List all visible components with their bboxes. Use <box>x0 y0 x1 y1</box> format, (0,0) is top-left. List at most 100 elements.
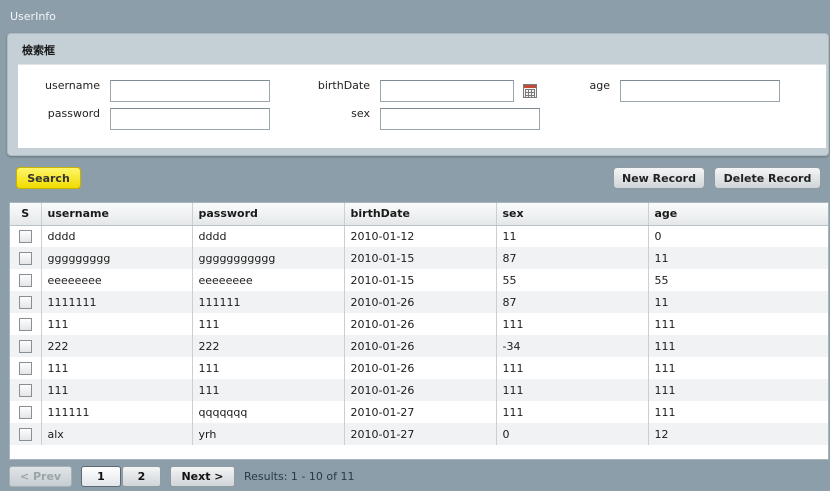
page-title: UserInfo <box>10 10 56 23</box>
sex-input[interactable] <box>380 108 540 130</box>
cell-age: 0 <box>648 225 828 247</box>
cell-age: 11 <box>648 291 828 313</box>
column-header-birthdate[interactable]: birthDate <box>344 203 497 226</box>
cell-username: dddd <box>41 225 193 247</box>
table-row[interactable]: eeeeeeee eeeeeeee 2010-01-15 55 55 <box>10 269 828 291</box>
cell-username: 1111111 <box>41 291 193 313</box>
data-table: S username password birthDate sex age dd… <box>9 202 829 460</box>
column-header-select[interactable]: S <box>10 203 42 226</box>
cell-password: eeeeeeee <box>192 269 345 291</box>
prev-page-button[interactable]: < Prev <box>9 466 72 487</box>
row-select-cell <box>10 269 42 291</box>
cell-birthdate: 2010-01-26 <box>344 335 497 357</box>
cell-sex: 111 <box>496 313 649 335</box>
column-header-sex[interactable]: sex <box>496 203 649 226</box>
table-row[interactable]: 111 111 2010-01-26 111 111 <box>10 357 828 379</box>
cell-sex: 55 <box>496 269 649 291</box>
row-checkbox[interactable] <box>18 251 32 265</box>
search-panel: 檢索框 username birthDate age password sex <box>7 33 829 156</box>
row-checkbox[interactable] <box>18 317 32 331</box>
calendar-icon[interactable] <box>523 84 537 98</box>
page-button-1[interactable]: 1 <box>81 466 121 487</box>
column-header-password[interactable]: password <box>192 203 345 226</box>
table-row[interactable]: alx yrh 2010-01-27 0 12 <box>10 423 828 445</box>
table-row[interactable]: 1111111 111111 2010-01-26 87 11 <box>10 291 828 313</box>
cell-age: 111 <box>648 379 828 401</box>
cell-age: 111 <box>648 313 828 335</box>
birthdate-label: birthDate <box>317 79 370 92</box>
cell-age: 111 <box>648 335 828 357</box>
cell-username: 111 <box>41 379 193 401</box>
row-checkbox[interactable] <box>18 273 32 287</box>
password-label: password <box>47 107 100 120</box>
row-checkbox[interactable] <box>18 295 32 309</box>
cell-password: yrh <box>192 423 345 445</box>
cell-sex: 111 <box>496 401 649 423</box>
cell-birthdate: 2010-01-26 <box>344 291 497 313</box>
row-select-cell <box>10 247 42 269</box>
row-checkbox[interactable] <box>18 339 32 353</box>
cell-sex: 0 <box>496 423 649 445</box>
page-button-2[interactable]: 2 <box>122 466 161 487</box>
search-form: username birthDate age password sex <box>18 64 826 148</box>
search-button[interactable]: Search <box>16 167 81 189</box>
cell-username: alx <box>41 423 193 445</box>
row-checkbox[interactable] <box>18 405 32 419</box>
cell-username: ggggggggg <box>41 247 193 269</box>
new-record-button[interactable]: New Record <box>613 167 705 189</box>
row-select-cell <box>10 401 42 423</box>
row-checkbox[interactable] <box>18 361 32 375</box>
next-page-button[interactable]: Next > <box>170 466 235 487</box>
cell-sex: 11 <box>496 225 649 247</box>
cell-birthdate: 2010-01-26 <box>344 357 497 379</box>
age-label: age <box>589 79 611 92</box>
username-input[interactable] <box>110 80 270 102</box>
table-row[interactable]: 111111 qqqqqqq 2010-01-27 111 111 <box>10 401 828 423</box>
password-input[interactable] <box>110 108 270 130</box>
row-checkbox[interactable] <box>18 230 32 243</box>
birthdate-input[interactable] <box>380 80 514 102</box>
column-header-username[interactable]: username <box>41 203 193 226</box>
delete-record-button[interactable]: Delete Record <box>714 167 821 189</box>
row-select-cell <box>10 335 42 357</box>
cell-sex: -34 <box>496 335 649 357</box>
cell-age: 55 <box>648 269 828 291</box>
table-row[interactable]: ggggggggg ggggggggggg 2010-01-15 87 11 <box>10 247 828 269</box>
cell-age: 11 <box>648 247 828 269</box>
table-row[interactable]: dddd dddd 2010-01-12 11 0 <box>10 225 828 247</box>
row-checkbox[interactable] <box>18 427 32 441</box>
cell-sex: 87 <box>496 291 649 313</box>
sex-label: sex <box>351 107 370 120</box>
row-select-cell <box>10 225 42 247</box>
cell-password: 111 <box>192 313 345 335</box>
cell-age: 12 <box>648 423 828 445</box>
table-body: dddd dddd 2010-01-12 11 0 ggggggggg gggggggggg… <box>10 225 828 445</box>
cell-username: 111 <box>41 357 193 379</box>
cell-birthdate: 2010-01-26 <box>344 379 497 401</box>
table-row[interactable]: 111 111 2010-01-26 111 111 <box>10 379 828 401</box>
cell-birthdate: 2010-01-26 <box>344 313 497 335</box>
cell-age: 111 <box>648 401 828 423</box>
row-checkbox[interactable] <box>18 383 32 397</box>
cell-password: 111111 <box>192 291 345 313</box>
cell-sex: 87 <box>496 247 649 269</box>
table-row[interactable]: 111 111 2010-01-26 111 111 <box>10 313 828 335</box>
age-input[interactable] <box>620 80 780 102</box>
cell-password: 222 <box>192 335 345 357</box>
cell-birthdate: 2010-01-15 <box>344 247 497 269</box>
column-header-age[interactable]: age <box>648 203 828 226</box>
cell-password: 111 <box>192 379 345 401</box>
username-label: username <box>45 79 100 92</box>
cell-password: qqqqqqq <box>192 401 345 423</box>
cell-age: 111 <box>648 357 828 379</box>
row-select-cell <box>10 291 42 313</box>
cell-username: 222 <box>41 335 193 357</box>
table-row[interactable]: 222 222 2010-01-26 -34 111 <box>10 335 828 357</box>
cell-sex: 111 <box>496 379 649 401</box>
cell-password: dddd <box>192 225 345 247</box>
cell-password: 111 <box>192 357 345 379</box>
row-select-cell <box>10 379 42 401</box>
row-select-cell <box>10 357 42 379</box>
results-summary: Results: 1 - 10 of 11 <box>244 470 355 483</box>
row-select-cell <box>10 313 42 335</box>
